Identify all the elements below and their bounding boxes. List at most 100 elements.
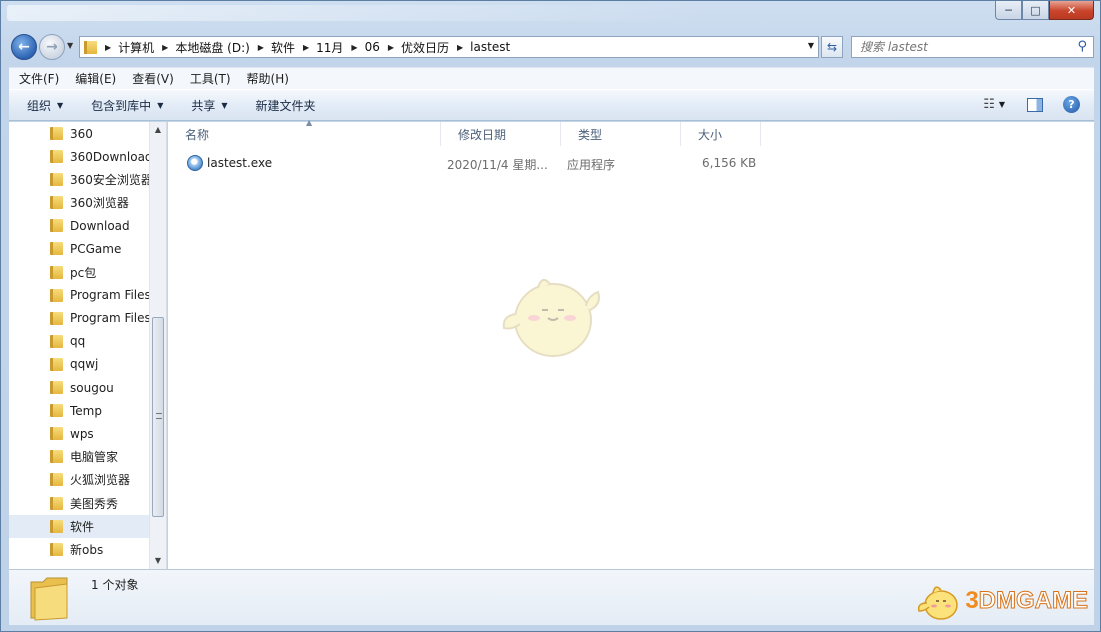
include-in-library-button[interactable]: 包含到库中 ▼ bbox=[91, 97, 163, 114]
folder-icon bbox=[50, 519, 63, 533]
breadcrumb-item[interactable]: ▶ 优效日历 bbox=[380, 39, 449, 56]
close-button[interactable]: ✕ bbox=[1049, 1, 1094, 20]
nav-folder-item[interactable]: 电脑管家 bbox=[9, 445, 150, 468]
share-label: 共享 bbox=[191, 98, 216, 113]
nav-folder-item[interactable]: Program Files bbox=[9, 307, 150, 330]
nav-folder-item[interactable]: Program Files bbox=[9, 284, 150, 307]
breadcrumb-item[interactable]: ▶ 11月 bbox=[295, 39, 343, 56]
column-header-type[interactable]: 类型 bbox=[561, 122, 681, 146]
application-icon bbox=[187, 155, 203, 171]
arrow-right-icon: → bbox=[46, 39, 58, 55]
breadcrumb-item[interactable]: ▶ 06 bbox=[343, 40, 379, 54]
folder-icon bbox=[50, 496, 63, 510]
search-box[interactable]: ⚲ bbox=[851, 36, 1094, 58]
refresh-icon: ⇆ bbox=[826, 40, 838, 54]
folder-icon bbox=[84, 40, 97, 54]
scroll-down-icon[interactable]: ▼ bbox=[150, 553, 166, 569]
folder-icon bbox=[50, 381, 63, 395]
nav-folder-item[interactable]: PCGame bbox=[9, 237, 150, 260]
column-header-size[interactable]: 大小 bbox=[681, 122, 761, 146]
nav-folder-item[interactable]: pc包 bbox=[9, 261, 150, 284]
nav-folder-item[interactable]: qqwj bbox=[9, 353, 150, 376]
watermark-text: 3DMGAME bbox=[965, 587, 1088, 615]
file-name: lastest.exe bbox=[207, 156, 273, 170]
search-icon[interactable]: ⚲ bbox=[1077, 39, 1087, 54]
navigation-pane: 360 360Download 360安全浏览器 360浏览器 Download… bbox=[9, 122, 167, 569]
folder-icon bbox=[50, 450, 63, 464]
breadcrumb-item[interactable]: ▶ 软件 bbox=[250, 39, 295, 56]
column-type-label: 类型 bbox=[578, 127, 603, 142]
menu-edit[interactable]: 编辑(E) bbox=[75, 70, 116, 87]
folder-icon bbox=[50, 127, 63, 140]
minimize-button[interactable]: ─ bbox=[995, 1, 1022, 20]
menu-view[interactable]: 查看(V) bbox=[132, 70, 174, 87]
nav-scrollbar[interactable]: ▲ ▼ bbox=[149, 122, 166, 569]
chevron-down-icon: ▼ bbox=[221, 100, 228, 110]
file-row[interactable]: lastest.exe 2020/11/4 星期... 应用程序 6,156 K… bbox=[168, 152, 768, 174]
address-bar[interactable]: ▶ 计算机 ▶ 本地磁盘 (D:) ▶ 软件 ▶ 11月 ▶ 06 ▶ 优效日历 ▶ last… bbox=[79, 36, 819, 58]
forward-button[interactable]: → bbox=[39, 34, 65, 60]
column-header-modified[interactable]: 修改日期 bbox=[441, 122, 561, 146]
caption-buttons: ─ □ ✕ bbox=[995, 1, 1094, 20]
folder-icon bbox=[50, 242, 63, 256]
nav-folder-item[interactable]: Temp bbox=[9, 399, 150, 422]
back-button[interactable]: ← bbox=[11, 34, 37, 60]
nav-folder-item[interactable]: 360Download bbox=[9, 145, 150, 168]
search-input[interactable] bbox=[860, 40, 1060, 54]
maximize-button[interactable]: □ bbox=[1022, 1, 1049, 20]
mascot-watermark bbox=[502, 278, 600, 357]
view-dropdown-icon[interactable]: ▼ bbox=[999, 100, 1005, 109]
folder-icon bbox=[50, 357, 63, 371]
folder-icon bbox=[50, 404, 63, 418]
new-folder-button[interactable]: 新建文件夹 bbox=[256, 97, 316, 114]
folder-icon bbox=[50, 173, 63, 187]
chevron-right-icon: ▶ bbox=[105, 42, 112, 52]
file-list-pane: 名称 ▲ 修改日期 类型 大小 lastest.exe 2020/11/4 星期… bbox=[168, 118, 1094, 569]
title-bar[interactable]: ─ □ ✕ bbox=[1, 1, 1100, 31]
explorer-window: ─ □ ✕ ← → ▼ ▶ 计算机 ▶ 本地磁盘 (D:) ▶ 软件 ▶ 11月 ▶ 06… bbox=[0, 0, 1101, 632]
refresh-button[interactable]: ⇆ bbox=[821, 36, 843, 58]
nav-folder-item[interactable]: Download bbox=[9, 214, 150, 237]
folder-icon bbox=[50, 473, 63, 487]
menu-bar: 文件(F) 编辑(E) 查看(V) 工具(T) 帮助(H) bbox=[9, 67, 1094, 89]
column-header-name[interactable]: 名称 ▲ bbox=[168, 118, 441, 146]
share-button[interactable]: 共享 ▼ bbox=[191, 97, 227, 114]
nav-folder-item[interactable]: wps bbox=[9, 422, 150, 445]
menu-tools[interactable]: 工具(T) bbox=[190, 70, 231, 87]
help-icon[interactable]: ? bbox=[1063, 96, 1080, 113]
chevron-down-icon: ▼ bbox=[157, 100, 164, 110]
recent-pages-dropdown[interactable]: ▼ bbox=[67, 41, 73, 50]
breadcrumb-item[interactable]: ▶ lastest bbox=[449, 40, 510, 54]
nav-folder-item[interactable]: 360 bbox=[9, 122, 150, 145]
nav-folder-item[interactable]: qq bbox=[9, 330, 150, 353]
breadcrumb-item[interactable]: ▶ 本地磁盘 (D:) bbox=[154, 39, 250, 56]
arrow-left-icon: ← bbox=[18, 39, 30, 55]
menu-help[interactable]: 帮助(H) bbox=[247, 70, 289, 87]
organize-button[interactable]: 组织 ▼ bbox=[27, 97, 63, 114]
menu-file[interactable]: 文件(F) bbox=[19, 70, 59, 87]
file-modified: 2020/11/4 星期... bbox=[447, 158, 548, 172]
nav-folder-item[interactable]: 火狐浏览器 bbox=[9, 468, 150, 491]
folder-icon bbox=[50, 196, 63, 210]
chevron-down-icon: ▼ bbox=[57, 100, 64, 110]
folder-icon bbox=[50, 311, 63, 325]
nav-folder-item[interactable]: 美图秀秀 bbox=[9, 492, 150, 515]
nav-folder-item[interactable]: sougou bbox=[9, 376, 150, 399]
chevron-right-icon: ▶ bbox=[162, 42, 169, 52]
scroll-thumb[interactable] bbox=[152, 317, 164, 517]
scroll-up-icon[interactable]: ▲ bbox=[150, 122, 166, 138]
command-bar: 组织 ▼ 包含到库中 ▼ 共享 ▼ 新建文件夹 ☷ ▼ ? bbox=[9, 89, 1094, 121]
organize-label: 组织 bbox=[27, 98, 52, 113]
nav-folder-item[interactable]: 新obs bbox=[9, 538, 150, 561]
nav-folder-item[interactable]: 360安全浏览器 bbox=[9, 168, 150, 191]
preview-pane-icon[interactable] bbox=[1027, 97, 1043, 112]
folder-icon bbox=[50, 150, 63, 164]
folder-icon bbox=[50, 219, 63, 233]
view-options-icon[interactable]: ☷ bbox=[983, 97, 995, 112]
item-count: 1 个对象 bbox=[91, 578, 139, 592]
breadcrumb-item[interactable]: ▶ 计算机 bbox=[97, 39, 154, 56]
address-dropdown-icon[interactable]: ▼ bbox=[808, 41, 814, 50]
nav-folder-item-selected[interactable]: 软件 bbox=[9, 514, 150, 538]
folder-icon bbox=[30, 577, 68, 621]
nav-folder-item[interactable]: 360浏览器 bbox=[9, 191, 150, 214]
